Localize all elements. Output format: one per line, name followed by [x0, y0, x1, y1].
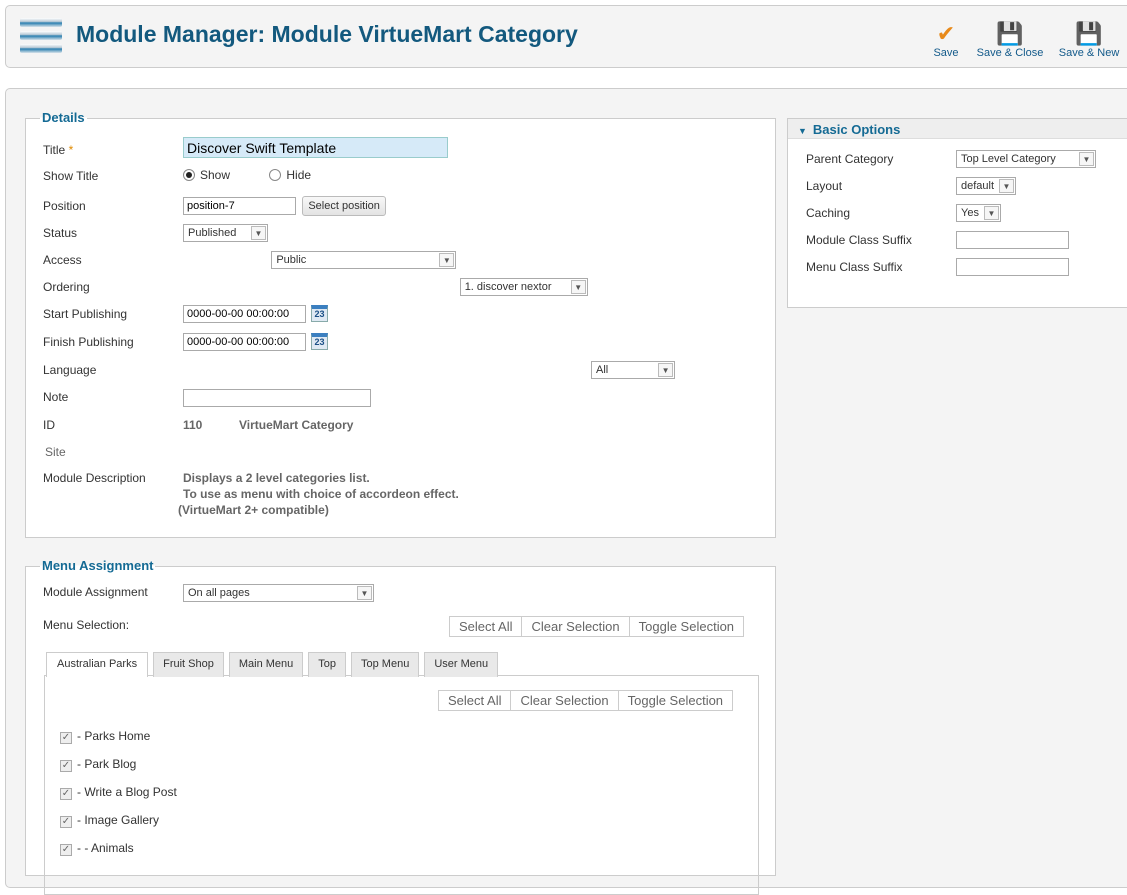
tab-main-menu[interactable]: Main Menu [228, 652, 304, 677]
finish-publishing-label: Finish Publishing [43, 335, 134, 349]
language-select[interactable]: All ▼ [591, 361, 676, 379]
tab-top-menu[interactable]: Top Menu [351, 652, 420, 677]
menu-item-checkbox[interactable]: ✓ - Image Gallery [60, 813, 159, 828]
menu-class-suffix-label: Menu Class Suffix [806, 260, 903, 274]
tab-user-menu[interactable]: User Menu [424, 652, 499, 677]
menu-item-checkbox[interactable]: ✓ - Write a Blog Post [60, 785, 177, 800]
checkbox-checked-icon: ✓ [60, 844, 72, 856]
menu-assignment-fieldset: Menu Assignment Module Assignment On all… [25, 558, 776, 895]
show-title-radio-group: Show Hide [183, 168, 311, 182]
hide-radio[interactable]: Hide [269, 168, 311, 182]
tab-fruit-shop[interactable]: Fruit Shop [153, 652, 224, 677]
menu-class-suffix-input[interactable] [956, 258, 1069, 276]
checkbox-checked-icon: ✓ [60, 788, 72, 800]
chevron-down-icon: ▼ [658, 363, 674, 377]
language-label: Language [43, 363, 97, 377]
select-all-button[interactable]: Select All [439, 691, 510, 710]
title-input[interactable] [183, 137, 448, 158]
select-position-button[interactable]: Select position [302, 196, 386, 216]
id-value: 110 [183, 418, 203, 432]
show-title-label: Show Title [43, 169, 99, 183]
chevron-down-icon: ▼ [999, 179, 1014, 193]
page-title: Module Manager: Module VirtueMart Catego… [76, 21, 578, 47]
toggle-selection-button[interactable]: Toggle Selection [617, 691, 732, 710]
tab-panel: Select All Clear Selection Toggle Select… [44, 675, 759, 895]
status-label: Status [43, 226, 78, 240]
note-input[interactable] [183, 389, 371, 407]
parent-category-select[interactable]: Top Level Category ▼ [956, 150, 1096, 168]
toggle-selection-button[interactable]: Toggle Selection [628, 617, 743, 636]
layout-select[interactable]: default ▼ [956, 177, 1016, 195]
position-label: Position [43, 199, 86, 213]
module-manager-icon [20, 18, 62, 58]
caching-select[interactable]: Yes ▼ [956, 204, 1001, 222]
ordering-label: Ordering [43, 280, 90, 294]
module-type: VirtueMart Category [239, 418, 354, 432]
basic-options-panel: ▼ Basic Options Parent Category Top Level… [787, 118, 1127, 308]
module-class-suffix-input[interactable] [956, 231, 1069, 249]
checkbox-checked-icon: ✓ [60, 732, 72, 744]
details-fieldset: Details Title * Show Title Show Hide Pos… [25, 110, 776, 538]
start-publishing-label: Start Publishing [43, 307, 128, 321]
title-label: Title [43, 143, 66, 157]
check-icon: ✔ [936, 21, 956, 46]
menu-item-checkbox[interactable]: ✓ - Parks Home [60, 729, 150, 744]
required-marker: * [68, 143, 74, 157]
calendar-icon[interactable]: 23 [311, 333, 328, 350]
chevron-down-icon: ▼ [1079, 152, 1094, 166]
chevron-down-icon: ▼ [984, 206, 999, 220]
note-label: Note [43, 390, 69, 404]
chevron-down-icon: ▼ [439, 253, 455, 267]
module-description: Displays a 2 level categories list. To u… [178, 471, 459, 517]
chevron-down-icon: ▼ [251, 226, 266, 240]
finish-publishing-input[interactable] [183, 333, 306, 351]
parent-category-label: Parent Category [806, 152, 894, 166]
floppy-icon: 💾 [996, 21, 1024, 46]
clear-selection-button[interactable]: Clear Selection [510, 691, 617, 710]
status-select[interactable]: Published ▼ [183, 224, 268, 242]
module-assignment-select[interactable]: On all pages ▼ [183, 584, 374, 602]
floppy-plus-icon: 💾 [1075, 21, 1103, 46]
clear-selection-button[interactable]: Clear Selection [521, 617, 628, 636]
menu-item-checkbox[interactable]: ✓ - - Animals [60, 841, 134, 856]
checkbox-checked-icon: ✓ [60, 816, 72, 828]
module-class-suffix-label: Module Class Suffix [806, 233, 912, 247]
tab-australian-parks[interactable]: Australian Parks [46, 652, 149, 677]
module-description-label: Module Description [43, 471, 146, 485]
basic-options-header[interactable]: ▼ Basic Options [788, 119, 1127, 139]
access-label: Access [43, 253, 82, 267]
start-publishing-input[interactable] [183, 305, 306, 323]
tab-selection-actions: Select All Clear Selection Toggle Select… [438, 690, 734, 711]
show-radio[interactable]: Show [183, 168, 230, 182]
module-assignment-label: Module Assignment [43, 585, 148, 599]
menu-item-checkbox[interactable]: ✓ - Park Blog [60, 757, 136, 772]
calendar-icon[interactable]: 23 [311, 305, 328, 322]
menu-selection-actions: Select All Clear Selection Toggle Select… [449, 616, 745, 637]
toolbar-header: Module Manager: Module VirtueMart Catego… [5, 5, 1127, 68]
checkbox-checked-icon: ✓ [60, 760, 72, 772]
caching-label: Caching [806, 206, 851, 220]
menu-selection-label: Menu Selection: [43, 618, 130, 632]
ordering-select[interactable]: 1. discover nextor ▼ [459, 278, 588, 296]
access-select[interactable]: Public ▼ [271, 251, 457, 269]
id-label: ID [43, 418, 55, 432]
position-input[interactable] [183, 197, 296, 215]
save-button[interactable]: ✔ Save [926, 21, 966, 59]
details-legend: Details [40, 110, 87, 125]
select-all-button[interactable]: Select All [450, 617, 521, 636]
chevron-down-icon: ▼ [570, 280, 586, 294]
save-new-button[interactable]: 💾 Save & New [1056, 21, 1122, 59]
tab-top[interactable]: Top [308, 652, 347, 677]
save-close-button[interactable]: 💾 Save & Close [974, 21, 1046, 59]
triangle-down-icon: ▼ [798, 126, 807, 136]
menu-assignment-legend: Menu Assignment [40, 558, 156, 573]
site-label: Site [45, 445, 66, 459]
menu-tabs: Australian Parks Fruit Shop Main Menu To… [46, 652, 499, 677]
chevron-down-icon: ▼ [357, 586, 372, 600]
layout-label: Layout [806, 179, 843, 193]
